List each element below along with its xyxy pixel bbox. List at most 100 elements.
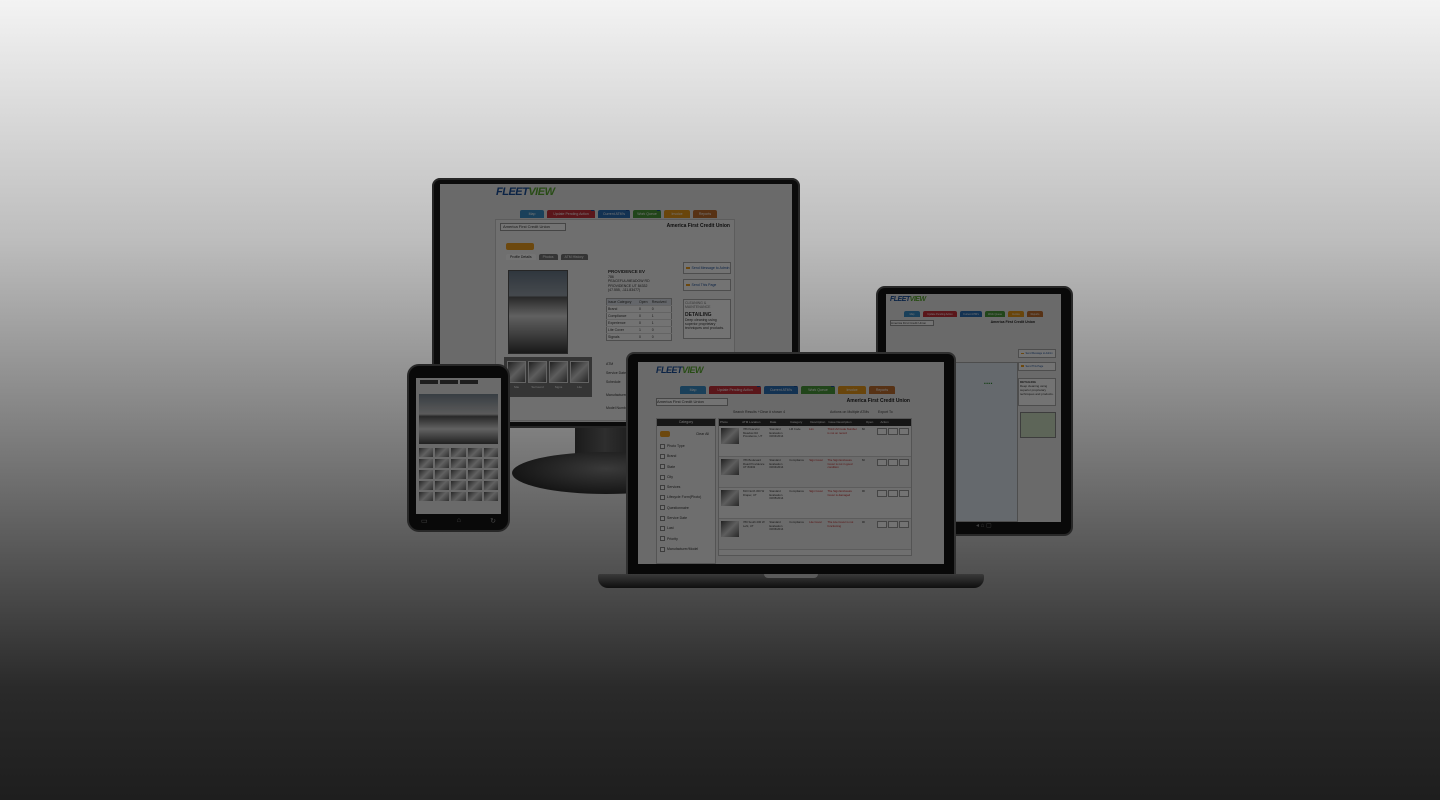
checkbox-icon[interactable]	[660, 484, 665, 490]
phone-thumb[interactable]	[451, 459, 466, 468]
checkbox-icon[interactable]	[660, 536, 665, 542]
row-action-button[interactable]	[898, 521, 909, 528]
row-action-button[interactable]	[887, 459, 898, 466]
nav-tab-reports[interactable]: Reports	[869, 386, 895, 394]
bulk-actions-label[interactable]: Actions on Multiple ATMs	[830, 410, 869, 414]
filter-item[interactable]: Services	[660, 482, 701, 492]
row-action-button[interactable]	[876, 459, 887, 466]
nav-tab-map[interactable]: Map	[680, 386, 706, 394]
phone-thumb[interactable]	[435, 481, 450, 490]
side-action-button[interactable]: Send Message to Admin	[683, 262, 731, 274]
side-action-button[interactable]: Send Message to Admin	[1018, 349, 1056, 358]
filter-item[interactable]: Brand	[660, 451, 701, 461]
phone-thumb[interactable]	[451, 481, 466, 490]
column-header[interactable]: Description	[809, 419, 827, 426]
side-action-button[interactable]: Send This Page	[1018, 361, 1056, 371]
column-header[interactable]: Category	[789, 419, 809, 426]
row-action-button[interactable]	[898, 459, 909, 466]
phone-thumb[interactable]	[419, 459, 434, 468]
nav-tab-current-atm-s[interactable]: Current ATM's1	[764, 386, 798, 394]
filter-item[interactable]: State	[660, 462, 701, 472]
filter-item[interactable]: Last	[660, 523, 701, 533]
back-icon[interactable]: ▭	[421, 517, 428, 525]
row-action-button[interactable]	[876, 428, 887, 435]
checkbox-icon[interactable]	[660, 515, 665, 521]
filter-clear-button[interactable]	[660, 431, 670, 437]
nav-tab-map[interactable]: Map	[520, 210, 544, 218]
gallery-item[interactable]: Surround	[528, 361, 547, 389]
gallery-item[interactable]: Signs	[549, 361, 568, 389]
phone-thumb[interactable]	[435, 492, 450, 501]
sub-tab[interactable]: Photos	[538, 254, 558, 260]
column-header[interactable]: Issue Description	[828, 419, 865, 426]
phone-thumb[interactable]	[483, 459, 498, 468]
row-thumbnail[interactable]	[721, 521, 739, 537]
nav-tab-update-pending-action[interactable]: Update Pending Action3	[923, 311, 957, 317]
nav-tab-invoice[interactable]: Invoice	[838, 386, 866, 394]
edit-profile-button[interactable]	[506, 243, 534, 250]
row-action-button[interactable]	[887, 521, 898, 528]
filter-item[interactable]: Priority	[660, 534, 701, 544]
row-action-button[interactable]	[887, 490, 898, 497]
row-action-button[interactable]	[876, 490, 887, 497]
filter-item[interactable]: Questionnaire	[660, 503, 701, 513]
phone-thumb[interactable]	[483, 481, 498, 490]
nav-tab-work-queue[interactable]: Work Queue4	[801, 386, 835, 394]
refresh-icon[interactable]: ↻	[490, 517, 496, 525]
phone-thumb[interactable]	[451, 448, 466, 457]
row-thumbnail[interactable]	[721, 490, 739, 506]
sub-tab[interactable]: Profile Details	[506, 254, 536, 260]
column-header[interactable]: ATM Location	[741, 419, 769, 426]
row-thumbnail[interactable]	[721, 428, 739, 444]
nav-tab-map[interactable]: Map	[904, 311, 920, 317]
phone-thumb[interactable]	[467, 481, 482, 490]
export-label[interactable]: Export To	[878, 410, 893, 414]
phone-thumb[interactable]	[419, 481, 434, 490]
phone-tab[interactable]	[420, 380, 438, 384]
phone-thumb[interactable]	[419, 470, 434, 479]
nav-tab-invoice[interactable]: Invoice	[664, 210, 690, 218]
phone-tab[interactable]	[460, 380, 478, 384]
home-icon[interactable]: ⌂	[457, 517, 461, 525]
phone-thumb[interactable]	[483, 492, 498, 501]
checkbox-icon[interactable]	[660, 474, 665, 480]
org-select[interactable]: America First Credit Union	[500, 223, 566, 231]
table-row[interactable]: 786 Peaceful Meadow Rd Providence, UT Sta…	[719, 426, 911, 457]
phone-thumb[interactable]	[419, 448, 434, 457]
row-action-button[interactable]	[876, 521, 887, 528]
phone-thumb[interactable]	[467, 492, 482, 501]
phone-thumb[interactable]	[419, 492, 434, 501]
gallery-item[interactable]: Lite	[570, 361, 589, 389]
phone-thumb[interactable]	[451, 470, 466, 479]
column-header[interactable]: Open	[865, 419, 879, 426]
table-row[interactable]: 810 North 300 W Draper, UT Standard Evalu…	[719, 488, 911, 519]
filter-item[interactable]: Service Date	[660, 513, 701, 523]
laptop-org-select[interactable]: America First Credit Union	[656, 398, 728, 406]
checkbox-icon[interactable]	[660, 443, 665, 449]
filter-item[interactable]: Lifecycle Form(Photo)	[660, 492, 701, 502]
phone-thumb[interactable]	[483, 448, 498, 457]
nav-tab-update-pending-action[interactable]: Update Pending Action3	[547, 210, 595, 218]
filter-item[interactable]: Manufacturer/Model	[660, 544, 701, 554]
phone-thumb[interactable]	[467, 459, 482, 468]
phone-thumb[interactable]	[451, 492, 466, 501]
table-row[interactable]: 786 Boulevard Road Providence UT 84332 St…	[719, 457, 911, 488]
column-header[interactable]: Action	[879, 419, 911, 426]
checkbox-icon[interactable]	[660, 453, 665, 459]
row-action-button[interactable]	[898, 428, 909, 435]
phone-thumb[interactable]	[435, 470, 450, 479]
row-action-button[interactable]	[898, 490, 909, 497]
sub-tab[interactable]: ATM History	[560, 254, 588, 260]
phone-tab[interactable]	[440, 380, 458, 384]
checkbox-icon[interactable]	[660, 495, 665, 501]
nav-tab-update-pending-action[interactable]: Update Pending Action3	[709, 386, 761, 394]
nav-tab-work-queue[interactable]: Work Queue4	[985, 311, 1005, 317]
nav-tab-reports[interactable]: Reports	[1027, 311, 1043, 317]
filter-item[interactable]: City	[660, 472, 701, 482]
row-action-button[interactable]	[887, 428, 898, 435]
phone-thumb[interactable]	[483, 470, 498, 479]
checkbox-icon[interactable]	[660, 546, 665, 552]
nav-tab-reports[interactable]: Reports	[693, 210, 717, 218]
filter-item[interactable]: Photo Type	[660, 441, 701, 451]
checkbox-icon[interactable]	[660, 526, 665, 532]
